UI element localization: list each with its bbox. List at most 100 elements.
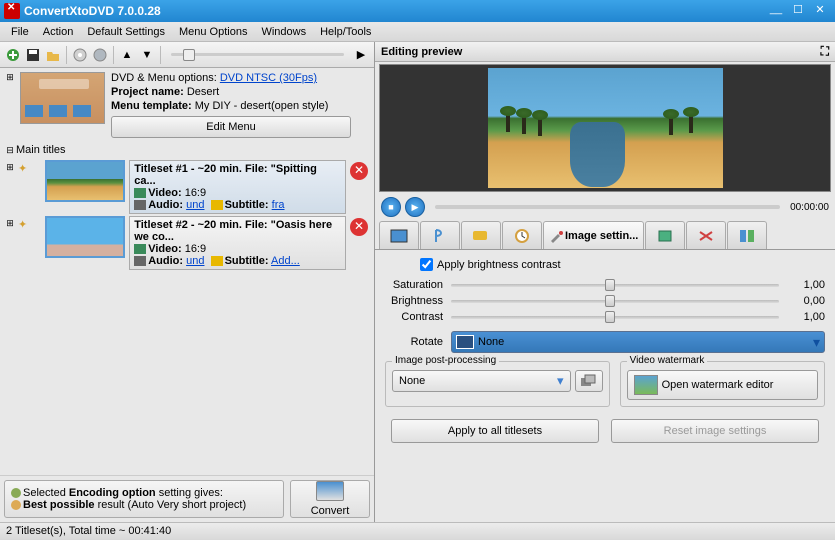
- audio-link[interactable]: und: [186, 255, 204, 267]
- apply-all-button[interactable]: Apply to all titlesets: [391, 419, 599, 443]
- subtitle-icon: [211, 256, 223, 266]
- stack-icon: [580, 374, 598, 388]
- tree-collapse-titles[interactable]: ⊟: [4, 145, 16, 156]
- enc-indicator-2: [11, 500, 21, 510]
- options-label: DVD & Menu options:: [111, 72, 217, 84]
- watermark-legend: Video watermark: [627, 355, 708, 366]
- zoom-max-button[interactable]: ▶: [352, 46, 370, 64]
- open-watermark-button[interactable]: Open watermark editor: [627, 370, 818, 400]
- menu-menu-options[interactable]: Menu Options: [172, 24, 254, 40]
- stop-button[interactable]: ■: [381, 197, 401, 217]
- saturation-label: Saturation: [385, 279, 443, 291]
- tab-chapters[interactable]: [502, 221, 542, 249]
- app-icon: [4, 3, 20, 19]
- contrast-label: Contrast: [385, 311, 443, 323]
- menu-default-settings[interactable]: Default Settings: [80, 24, 172, 40]
- up-button[interactable]: ▲: [118, 46, 136, 64]
- menubar: FileActionDefault SettingsMenu OptionsWi…: [0, 22, 835, 42]
- right-panel: Editing preview ⛶ ■ ▶ 00:00:00 I: [375, 42, 835, 522]
- apply-brightness-label: Apply brightness contrast: [437, 259, 561, 271]
- titleset-row[interactable]: ⊞ ✦ Titleset #2 - ~20 min. File: "Oasis …: [4, 216, 346, 270]
- tab-audio[interactable]: [420, 221, 460, 249]
- window-title: ConvertXtoDVD 7.0.0.28: [24, 4, 765, 18]
- timeline-slider[interactable]: [435, 205, 780, 209]
- treeview-icon: ✦: [18, 218, 27, 270]
- convert-button[interactable]: Convert: [290, 480, 370, 518]
- contrast-slider[interactable]: [451, 316, 779, 319]
- saturation-slider[interactable]: [451, 284, 779, 287]
- timecode: 00:00:00: [790, 202, 829, 213]
- brightness-label: Brightness: [385, 295, 443, 307]
- audio-icon: [134, 256, 146, 266]
- close-button[interactable]: ✕: [809, 3, 831, 19]
- subtitle-link[interactable]: Add...: [271, 255, 300, 267]
- tab-merge[interactable]: [727, 221, 767, 249]
- tree-expand-root[interactable]: ⊞: [4, 72, 16, 138]
- tab-cut[interactable]: [686, 221, 726, 249]
- maximize-button[interactable]: ☐: [787, 3, 809, 19]
- chevron-down-icon: ▾: [557, 373, 564, 389]
- saturation-value: 1,00: [787, 279, 825, 291]
- tab-output[interactable]: [645, 221, 685, 249]
- tree-expand-titleset[interactable]: ⊞: [4, 218, 16, 270]
- audio-link[interactable]: und: [186, 199, 204, 211]
- tree-expand-titleset[interactable]: ⊞: [4, 162, 16, 214]
- project-tree: ⊞ DVD & Menu options: DVD NTSC (30Fps) P…: [0, 68, 374, 475]
- zoom-slider[interactable]: [171, 53, 344, 56]
- player-controls: ■ ▶ 00:00:00: [375, 194, 835, 220]
- contrast-value: 1,00: [787, 311, 825, 323]
- preview-viewport: [379, 64, 831, 192]
- disc-button[interactable]: [71, 46, 89, 64]
- open-button[interactable]: [44, 46, 62, 64]
- preview-title: Editing preview: [381, 46, 462, 58]
- save-button[interactable]: [24, 46, 42, 64]
- watermark-icon: [634, 375, 658, 395]
- encoding-info: Selected Encoding option setting gives: …: [4, 480, 284, 518]
- image-settings-panel: Apply brightness contrast Saturation 1,0…: [375, 250, 835, 522]
- tab-subtitles[interactable]: [461, 221, 501, 249]
- brightness-slider[interactable]: [451, 300, 779, 303]
- menu-thumbnail[interactable]: [20, 72, 105, 124]
- convert-icon: [316, 481, 344, 501]
- rotate-label: Rotate: [385, 336, 443, 348]
- subtitle-icon: [211, 200, 223, 210]
- menu-action[interactable]: Action: [36, 24, 81, 40]
- titleset-info: Titleset #2 - ~20 min. File: "Oasis here…: [129, 216, 346, 270]
- reset-button[interactable]: Reset image settings: [611, 419, 819, 443]
- tab-video[interactable]: [379, 221, 419, 249]
- apply-brightness-checkbox[interactable]: [420, 258, 433, 271]
- menu-template-value: My DIY - desert(open style): [195, 100, 329, 112]
- settings-tabs: Image settin...: [375, 220, 835, 250]
- add-button[interactable]: [4, 46, 22, 64]
- brightness-value: 0,00: [787, 295, 825, 307]
- titlebar: ConvertXtoDVD 7.0.0.28 __ ☐ ✕: [0, 0, 835, 22]
- treeview-icon: ✦: [18, 162, 27, 214]
- titleset-row[interactable]: ⊞ ✦ Titleset #1 - ~20 min. File: "Spitti…: [4, 160, 346, 214]
- edit-menu-button[interactable]: Edit Menu: [111, 116, 351, 138]
- menu-windows[interactable]: Windows: [254, 24, 313, 40]
- play-button[interactable]: ▶: [405, 197, 425, 217]
- main-titles-label: Main titles: [16, 144, 66, 156]
- statusbar: 2 Titleset(s), Total time ~ 00:41:40: [0, 522, 835, 540]
- preview-image: [488, 68, 723, 188]
- rotate-icon: [456, 335, 474, 349]
- video-icon: [134, 244, 146, 254]
- minimize-button[interactable]: __: [765, 3, 787, 19]
- subtitle-link[interactable]: fra: [272, 199, 285, 211]
- preview-maximize-button[interactable]: ⛶: [821, 44, 829, 59]
- postprocessing-dropdown[interactable]: None ▾: [392, 370, 571, 392]
- video-icon: [134, 188, 146, 198]
- dvd-options-link[interactable]: DVD NTSC (30Fps): [220, 72, 317, 84]
- down-button[interactable]: ▼: [138, 46, 156, 64]
- postprocessing-settings-button[interactable]: [575, 370, 603, 392]
- titleset-thumbnail[interactable]: [45, 216, 125, 258]
- menu-file[interactable]: File: [4, 24, 36, 40]
- delete-titleset-button[interactable]: ✕: [350, 218, 368, 236]
- menu-help-tools[interactable]: Help/Tools: [313, 24, 378, 40]
- project-name-label: Project name:: [111, 86, 184, 98]
- tab-image-settings[interactable]: Image settin...: [543, 221, 644, 249]
- titleset-thumbnail[interactable]: [45, 160, 125, 202]
- burn-button[interactable]: [91, 46, 109, 64]
- rotate-dropdown[interactable]: None ▾: [451, 331, 825, 353]
- delete-titleset-button[interactable]: ✕: [350, 162, 368, 180]
